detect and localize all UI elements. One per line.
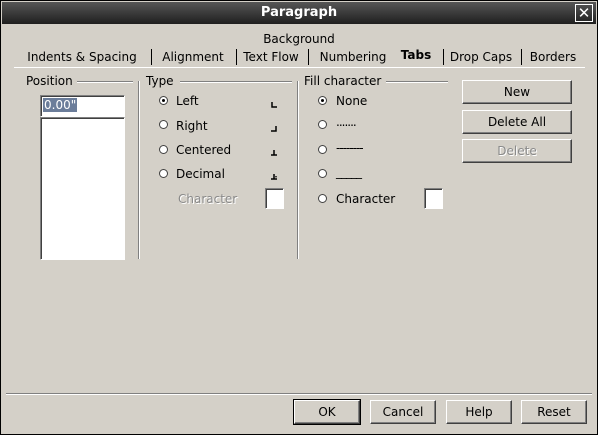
tab-borders[interactable]: Borders	[526, 48, 580, 66]
tab-separator	[308, 49, 309, 65]
title-bar[interactable]: Paragraph ✕	[2, 2, 596, 24]
tab-text-flow[interactable]: Text Flow	[239, 48, 303, 66]
type-decimal-label[interactable]: Decimal	[176, 167, 225, 181]
cancel-button[interactable]: Cancel	[370, 400, 436, 424]
tab-decimal-icon	[271, 174, 277, 180]
type-left-radio[interactable]	[159, 96, 168, 105]
tab-right-icon	[271, 126, 277, 132]
tab-center-icon	[271, 150, 277, 156]
tab-left-icon	[271, 102, 277, 108]
type-right-radio[interactable]	[159, 120, 168, 129]
position-list[interactable]	[40, 117, 125, 260]
position-input[interactable]: 0.00"	[40, 95, 125, 117]
tab-alignment[interactable]: Alignment	[156, 48, 230, 66]
tab-indents-spacing[interactable]: Indents & Spacing	[19, 48, 145, 66]
group-divider	[297, 81, 299, 259]
type-left-label[interactable]: Left	[176, 94, 199, 108]
fill-underscore-radio[interactable]	[318, 169, 327, 178]
fill-character-input[interactable]	[424, 188, 443, 209]
ok-button[interactable]: OK	[293, 399, 361, 425]
new-button[interactable]: New	[462, 80, 572, 104]
fill-none-label[interactable]: None	[336, 94, 367, 108]
close-icon[interactable]: ✕	[575, 4, 593, 22]
help-button[interactable]: Help	[446, 400, 512, 424]
tab-separator	[521, 49, 522, 65]
tab-numbering[interactable]: Numbering	[314, 48, 392, 66]
group-line	[386, 81, 448, 83]
paragraph-dialog: Paragraph ✕ Background Indents & Spacing…	[0, 0, 598, 435]
type-character-input[interactable]	[265, 188, 284, 209]
fill-none-radio[interactable]	[318, 96, 327, 105]
footer-separator	[6, 393, 592, 395]
type-centered-label[interactable]: Centered	[176, 143, 231, 157]
tab-tabs[interactable]: Tabs	[395, 46, 437, 64]
fill-label: Fill character	[304, 74, 382, 88]
type-centered-radio[interactable]	[159, 145, 168, 154]
tab-separator	[151, 49, 152, 65]
tab-separator	[443, 49, 444, 65]
fill-character-label[interactable]: Character	[336, 192, 395, 206]
type-decimal-radio[interactable]	[159, 169, 168, 178]
fill-character-radio[interactable]	[318, 194, 327, 203]
delete-button[interactable]: Delete	[462, 139, 572, 163]
group-divider	[138, 81, 140, 259]
type-label: Type	[146, 74, 174, 88]
type-right-label[interactable]: Right	[176, 119, 208, 133]
fill-dots-radio[interactable]	[318, 120, 327, 129]
fill-dots-label[interactable]: .......	[336, 115, 357, 129]
tab-background[interactable]: Background	[15, 30, 583, 48]
position-label: Position	[26, 74, 73, 88]
delete-all-button[interactable]: Delete All	[462, 110, 572, 134]
group-line	[180, 81, 292, 83]
reset-button[interactable]: Reset	[521, 400, 587, 424]
group-line	[77, 81, 133, 83]
position-input-value: 0.00"	[43, 98, 78, 112]
dialog-title: Paragraph	[260, 5, 338, 20]
fill-dashes-radio[interactable]	[318, 145, 327, 154]
type-character-label: Character	[178, 192, 238, 206]
fill-dashes-label[interactable]: --------	[336, 141, 364, 155]
fill-underscore-label[interactable]: _____	[336, 165, 362, 179]
tab-drop-caps[interactable]: Drop Caps	[447, 48, 515, 66]
tab-separator	[236, 49, 237, 65]
tab-panel-border	[14, 67, 585, 68]
